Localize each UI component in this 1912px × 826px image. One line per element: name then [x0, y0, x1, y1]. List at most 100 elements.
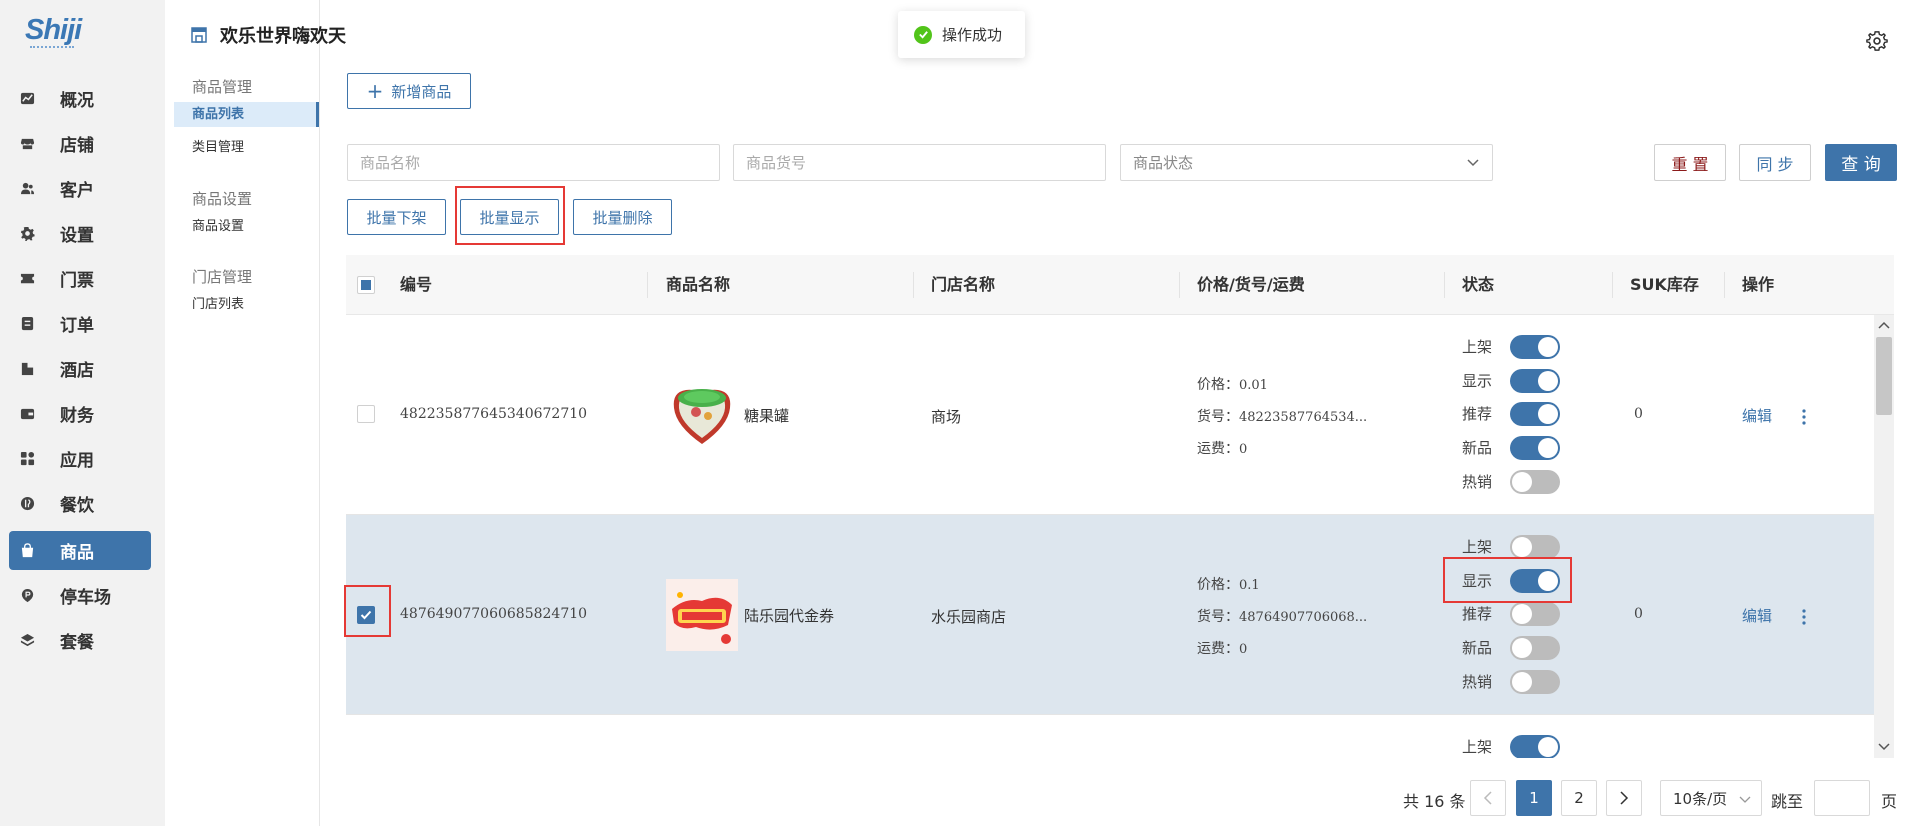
sync-button[interactable]: 同 步 — [1739, 144, 1811, 181]
nav-label: 设置 — [60, 226, 94, 246]
product-code-input[interactable]: 商品货号 — [733, 144, 1106, 181]
onshelf-toggle[interactable] — [1510, 335, 1560, 359]
settings-gear-icon[interactable] — [1866, 30, 1888, 52]
nav-item-orders[interactable]: 订单 — [9, 304, 151, 343]
product-id: 487649077060685824710 — [400, 606, 588, 622]
scrollbar-thumb[interactable] — [1876, 337, 1892, 415]
column-divider — [1179, 272, 1180, 298]
scroll-up-icon[interactable] — [1878, 321, 1890, 329]
page-2-button[interactable]: 2 — [1561, 780, 1597, 816]
subnav-item-category[interactable]: 类目管理 — [174, 135, 319, 160]
code-label: 货号： — [1197, 609, 1239, 625]
store-name: 水乐园商店 — [931, 608, 1007, 626]
code-value: 48764907706068... — [1239, 610, 1368, 625]
chevron-down-icon — [1467, 159, 1479, 167]
page-size-value: 10条/页 — [1673, 789, 1728, 808]
code-line: 货号：48764907706068... — [1197, 606, 1367, 626]
nav-item-customers[interactable]: 客户 — [9, 169, 151, 208]
fee-value: 0 — [1239, 642, 1248, 657]
query-button[interactable]: 查 询 — [1825, 144, 1897, 181]
chevron-down-icon — [1739, 796, 1751, 803]
subnav-item-product-settings[interactable]: 商品设置 — [174, 214, 319, 239]
page-title: 欢乐世界嗨欢天 — [190, 22, 346, 48]
onshelf-toggle[interactable] — [1510, 735, 1560, 758]
nav-item-settings[interactable]: 设置 — [9, 214, 151, 253]
hot-toggle[interactable] — [1510, 470, 1560, 494]
price-value: 0.01 — [1239, 378, 1268, 393]
product-name-input[interactable]: 商品名称 — [347, 144, 720, 181]
row-checkbox[interactable] — [357, 405, 375, 423]
select-all-checkbox[interactable] — [357, 276, 375, 294]
toggle-label-new: 新品 — [1462, 639, 1493, 657]
nav-label: 财务 — [60, 406, 94, 426]
nav-item-dining[interactable]: 餐饮 — [9, 484, 151, 523]
page-1-button[interactable]: 1 — [1516, 780, 1552, 816]
batch-delete-button[interactable]: 批量删除 — [573, 199, 672, 235]
more-vertical-icon[interactable] — [1801, 408, 1807, 426]
layers-icon — [18, 632, 36, 650]
nav-item-packages[interactable]: 套餐 — [9, 621, 151, 660]
gear-icon — [18, 225, 36, 243]
page-title-text: 欢乐世界嗨欢天 — [220, 26, 346, 47]
nav-label: 酒店 — [60, 361, 94, 381]
jump-page-input[interactable] — [1814, 780, 1870, 816]
column-divider — [647, 272, 648, 298]
edit-link[interactable]: 编辑 — [1742, 605, 1772, 626]
highlight-box — [1443, 557, 1572, 603]
nav-item-hotel[interactable]: 酒店 — [9, 349, 151, 388]
more-vertical-icon[interactable] — [1801, 608, 1807, 626]
nav-item-apps[interactable]: 应用 — [9, 439, 151, 478]
nav-label: 店铺 — [60, 136, 94, 156]
subnav-item-store-list[interactable]: 门店列表 — [174, 292, 319, 317]
apps-icon — [18, 450, 36, 468]
next-page-button[interactable] — [1606, 780, 1642, 816]
col-header-status: 状态 — [1462, 275, 1495, 294]
table-row: 482235877645340672710 糖果罐 商场 价格：0.01 货号：… — [346, 315, 1874, 515]
price-label: 价格： — [1197, 377, 1239, 393]
chevron-left-icon — [1483, 791, 1492, 805]
recommend-toggle[interactable] — [1510, 602, 1560, 626]
toggle-label-recommend: 推荐 — [1462, 405, 1493, 423]
prev-page-button[interactable] — [1470, 780, 1506, 816]
new-toggle[interactable] — [1510, 636, 1560, 660]
new-toggle[interactable] — [1510, 436, 1560, 460]
batch-offshelf-button[interactable]: 批量下架 — [347, 199, 446, 235]
col-header-store: 门店名称 — [931, 275, 996, 294]
toggle-label-onshelf: 上架 — [1462, 338, 1493, 356]
nav-item-overview[interactable]: 概况 — [9, 79, 151, 118]
scroll-down-icon[interactable] — [1878, 743, 1890, 751]
wallet-icon — [18, 405, 36, 423]
app-root: Shiji 概况 店铺 客户 设置 门票 订单 酒店 财务 应用 餐饮 商品 停… — [0, 0, 1912, 826]
users-icon — [18, 180, 36, 198]
order-icon — [18, 315, 36, 333]
show-toggle[interactable] — [1510, 369, 1560, 393]
chevron-right-icon — [1620, 791, 1629, 805]
dining-icon — [18, 495, 36, 513]
nav-label: 套餐 — [60, 633, 94, 653]
table-header: 编号 商品名称 门店名称 价格/货号/运费 状态 SUK库存 操作 — [346, 255, 1894, 315]
main-nav: Shiji 概况 店铺 客户 设置 门票 订单 酒店 财务 应用 餐饮 商品 停… — [0, 0, 165, 826]
add-product-button[interactable]: + 新增商品 — [347, 73, 471, 109]
nav-item-finance[interactable]: 财务 — [9, 394, 151, 433]
nav-item-products[interactable]: 商品 — [9, 531, 151, 570]
candy-jar-image — [673, 389, 731, 444]
recommend-toggle[interactable] — [1510, 402, 1560, 426]
page-size-select[interactable]: 10条/页 — [1660, 780, 1762, 816]
nav-label: 客户 — [60, 181, 94, 201]
toast-text: 操作成功 — [942, 26, 1003, 44]
product-name: 陆乐园代金券 — [744, 607, 835, 625]
subnav-item-product-list[interactable]: 商品列表 — [174, 102, 319, 127]
nav-item-parking[interactable]: 停车场 — [9, 576, 151, 615]
nav-item-tickets[interactable]: 门票 — [9, 259, 151, 298]
nav-item-store[interactable]: 店铺 — [9, 124, 151, 163]
nav-label: 应用 — [60, 451, 94, 471]
reset-button[interactable]: 重 置 — [1654, 144, 1726, 181]
product-status-select[interactable]: 商品状态 — [1120, 144, 1493, 181]
product-name: 糖果罐 — [744, 407, 790, 425]
onshelf-toggle[interactable] — [1510, 535, 1560, 559]
nav-label: 餐饮 — [60, 496, 94, 516]
code-label: 货号： — [1197, 409, 1239, 425]
column-divider — [1612, 272, 1613, 298]
hot-toggle[interactable] — [1510, 670, 1560, 694]
edit-link[interactable]: 编辑 — [1742, 405, 1772, 426]
